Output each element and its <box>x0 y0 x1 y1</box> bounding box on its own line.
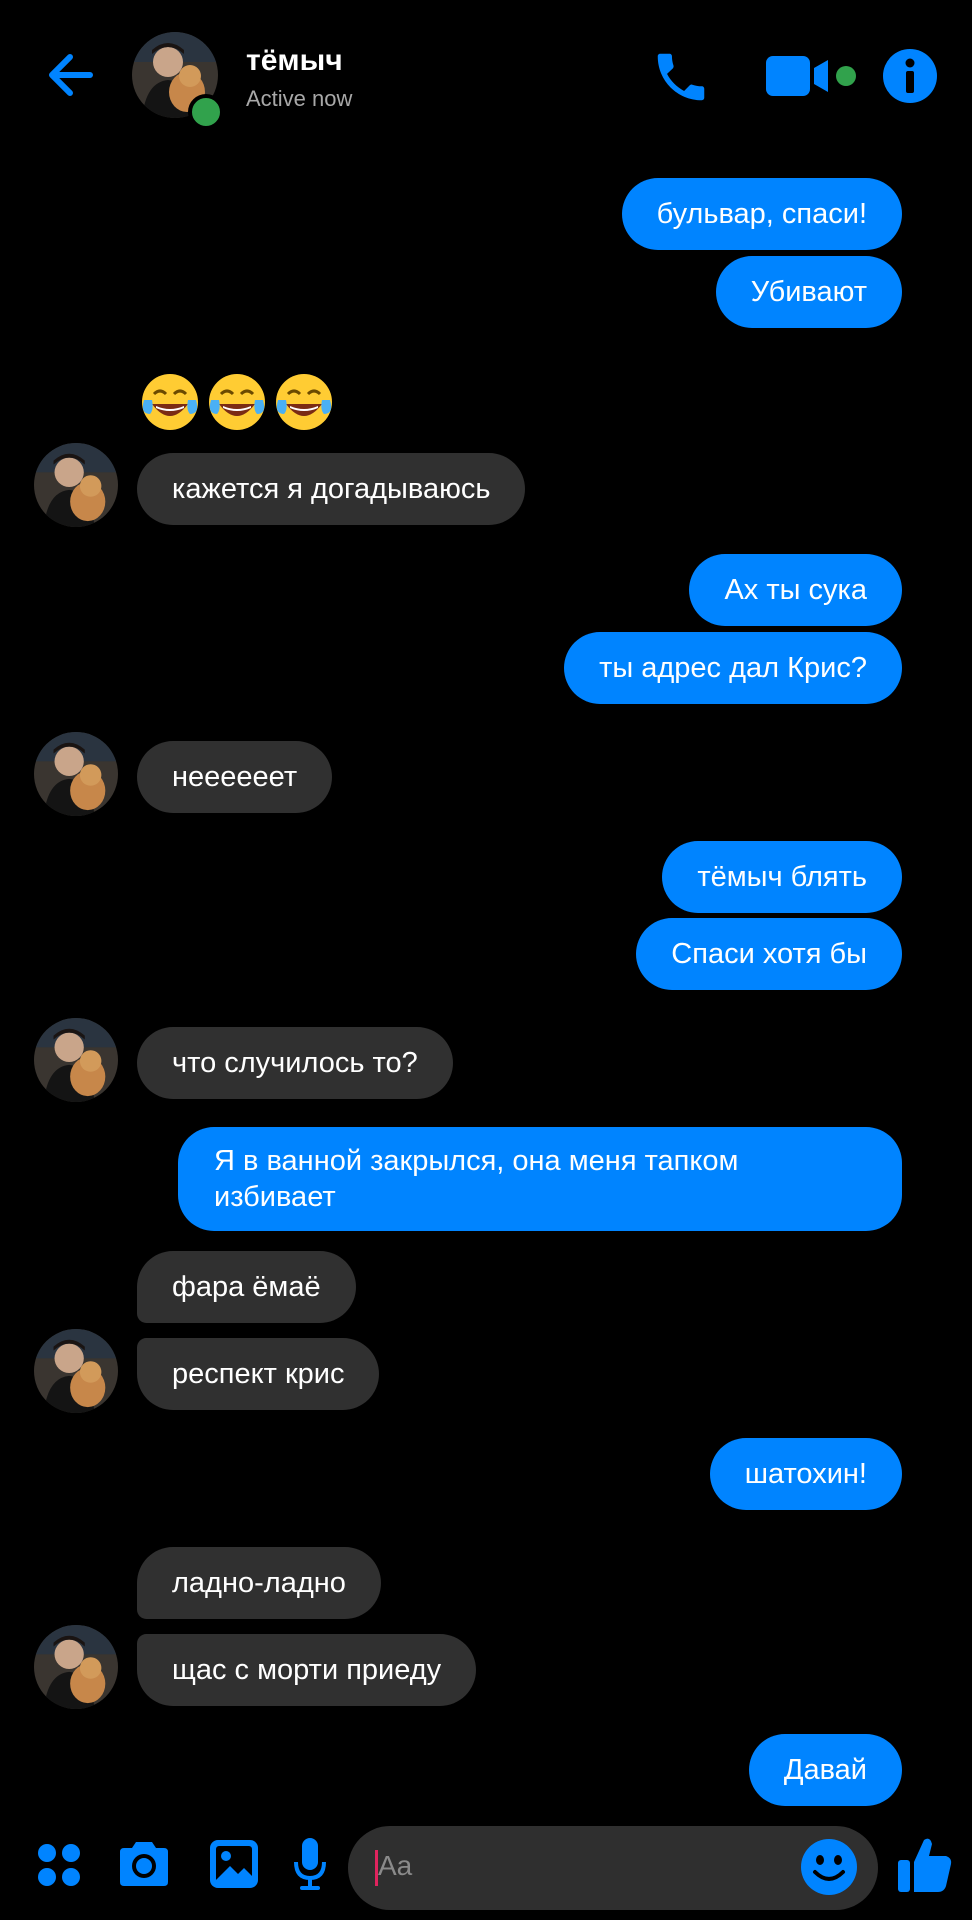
tears-of-joy-emoji-icon <box>209 374 265 430</box>
message-input-placeholder: Aa <box>378 1850 413 1881</box>
like-button[interactable] <box>896 1834 954 1894</box>
contact-name[interactable]: тёмыч <box>246 44 343 78</box>
incoming-message[interactable]: ладно-ладно <box>137 1547 381 1619</box>
contact-status: Active now <box>246 86 353 111</box>
online-status-dot <box>188 94 224 130</box>
outgoing-message[interactable]: тёмыч блять <box>662 841 902 913</box>
tears-of-joy-emoji-icon <box>142 374 198 430</box>
message-line: Я в ванной закрылся, она меня тапком <box>214 1145 739 1177</box>
gallery-button[interactable] <box>208 1838 260 1890</box>
camera-icon <box>120 1842 168 1886</box>
like-icon <box>898 1838 952 1892</box>
back-arrow-icon <box>49 54 93 96</box>
incoming-message[interactable]: фара ёмаё <box>137 1251 356 1323</box>
phone-icon <box>657 53 705 101</box>
video-call-button[interactable] <box>764 50 864 102</box>
apps-button[interactable] <box>36 1842 82 1888</box>
apps-icon <box>38 1844 80 1886</box>
gallery-icon <box>210 1840 258 1888</box>
tears-of-joy-emoji-icon <box>276 374 332 430</box>
contact-message-avatar[interactable] <box>34 732 118 816</box>
outgoing-message[interactable]: Ах ты сука <box>689 554 902 626</box>
outgoing-message[interactable]: Я в ванной закрылся, она меня тапком изб… <box>178 1127 902 1231</box>
outgoing-message[interactable]: шатохин! <box>709 1438 902 1510</box>
outgoing-message[interactable]: Давай <box>748 1734 902 1806</box>
message-input[interactable] <box>348 1826 878 1910</box>
incoming-message[interactable]: респект крис <box>137 1338 380 1410</box>
conversation-info-button[interactable] <box>880 46 940 106</box>
back-button[interactable] <box>40 44 100 104</box>
voice-call-button[interactable] <box>650 46 712 108</box>
message-line: избивает <box>214 1181 336 1213</box>
incoming-message[interactable]: кажется я догадываюсь <box>137 453 526 525</box>
info-icon <box>883 49 937 103</box>
voice-message-button[interactable] <box>292 1836 328 1892</box>
outgoing-message[interactable]: Убивают <box>715 256 902 328</box>
outgoing-message[interactable]: Спаси хотя бы <box>636 918 902 990</box>
incoming-message[interactable]: щас с морти приеду <box>137 1634 477 1706</box>
incoming-message[interactable]: неееееет <box>137 741 333 813</box>
contact-message-avatar[interactable] <box>34 443 118 527</box>
video-camera-icon <box>766 56 856 96</box>
outgoing-message[interactable]: ты адрес дал Крис? <box>564 632 902 704</box>
emoji-button[interactable] <box>800 1838 858 1896</box>
contact-message-avatar[interactable] <box>34 1625 118 1709</box>
contact-message-avatar[interactable] <box>34 1018 118 1102</box>
contact-message-avatar[interactable] <box>34 1329 118 1413</box>
camera-button[interactable] <box>116 1838 172 1890</box>
outgoing-message[interactable]: бульвар, спаси! <box>621 178 902 250</box>
emoji-icon <box>801 1839 857 1895</box>
microphone-icon <box>294 1838 326 1890</box>
incoming-message[interactable]: что случилось то? <box>137 1027 453 1099</box>
